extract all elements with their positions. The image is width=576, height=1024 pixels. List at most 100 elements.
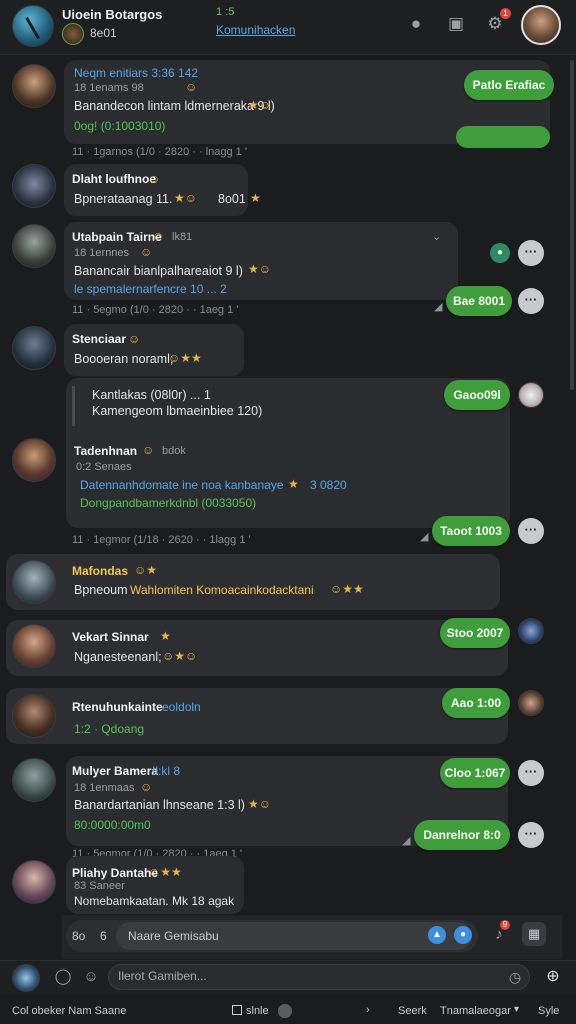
reply-pill[interactable]: Bae 8001 (446, 286, 512, 316)
more-options-icon[interactable]: ··· (518, 240, 544, 266)
message-bubble (6, 554, 500, 610)
avatar-small[interactable] (518, 690, 544, 716)
status-style[interactable]: Syle (538, 1005, 559, 1017)
message-sender[interactable]: Mafondas (72, 564, 128, 578)
sticker-icon[interactable]: ◯ (52, 966, 74, 988)
emoji-icon: ☺★☺ (162, 649, 198, 663)
message-input[interactable]: Naare Gemisabu (116, 922, 472, 950)
avatar[interactable] (12, 224, 56, 268)
emoji-icon: ★☺ (248, 262, 272, 276)
community-link[interactable]: Komunihacken (216, 23, 295, 37)
message-meta: 18 1ernnes (74, 247, 130, 259)
attachment-icon[interactable]: ▦ (522, 922, 546, 946)
status-search[interactable]: Seerk (398, 1005, 427, 1017)
sent-tick-icon: ◢ (434, 301, 443, 313)
emoji-icon: ☺ (142, 443, 155, 457)
chat-scrollbar[interactable] (570, 60, 574, 390)
clock-icon[interactable]: ◷ (504, 966, 526, 988)
emoji-icon: ★☺ (248, 797, 272, 811)
thumbs-up-icon[interactable]: ▲ (428, 926, 446, 944)
message-sender[interactable]: Tadenhnan (74, 444, 137, 458)
avatar-small[interactable] (518, 618, 544, 644)
avatar[interactable] (12, 694, 56, 738)
message-text: Bpneoum (74, 583, 128, 597)
reply-pill[interactable]: Danrelnor 8:0 (414, 820, 510, 850)
message-sender[interactable]: Rtenuhunkainte (72, 700, 163, 714)
channel-small-avatar[interactable] (62, 23, 84, 45)
message-text-highlight: Wahlomiten Komoacainkodacktani (130, 583, 314, 597)
avatar[interactable] (12, 758, 56, 802)
globe-icon[interactable]: ⊕ (542, 966, 564, 988)
avatar[interactable] (12, 560, 56, 604)
chevron-down-icon[interactable]: ▾ (514, 1004, 519, 1015)
emoji-picker-icon[interactable]: ☺ (80, 966, 102, 988)
status-icon[interactable]: ● (490, 243, 510, 263)
reply-pill[interactable]: Aao 1:00 (442, 688, 510, 718)
more-options-icon[interactable]: ··· (518, 288, 544, 314)
avatar[interactable] (12, 326, 56, 370)
expand-icon[interactable]: ⌄ (432, 230, 441, 243)
sent-tick-icon: ◢ (402, 835, 411, 847)
chevron-right-icon[interactable]: › (366, 1004, 370, 1016)
message-meta: 0:2 Senaes (76, 461, 132, 473)
quoted-text: Kantlakas (08l0r) ... 1 (92, 388, 211, 402)
message-meta: 18 1enams 98 (74, 82, 144, 94)
message-text: Banandecon lintam ldmerneraka 9 l) (74, 99, 275, 113)
message-sender[interactable]: Neqm enitiars 3:36 142 (74, 66, 198, 80)
more-options-icon[interactable]: ··· (518, 760, 544, 786)
emoji-icon: ☺★★ (330, 582, 364, 596)
message-timestamp: 11 · 1garnos (1/0 · 2820 · · lnagg 1 ' (72, 146, 247, 158)
status-language[interactable]: Tnamalaeogar (440, 1005, 511, 1017)
profile-avatar[interactable] (521, 5, 561, 45)
message-sender[interactable]: Dlaht loufhnoe (72, 172, 156, 186)
reply-bar[interactable] (456, 126, 550, 148)
emoji-icon: ☺ (185, 80, 198, 94)
message-text: Banardartanian lhnseane 1:3 l) (74, 798, 245, 812)
quote-bar (72, 386, 75, 426)
toggle-icon[interactable] (278, 1004, 292, 1018)
message-sender[interactable]: Utabpain Tairne (72, 230, 162, 244)
message-meta: eoldoln (162, 700, 201, 714)
status-mid: slnle (246, 1005, 269, 1017)
message-text: Banancair bianlpalhareaiot 9 l) (74, 264, 243, 278)
more-options-icon[interactable]: ··· (518, 822, 544, 848)
my-avatar[interactable] (12, 964, 40, 992)
window-icon[interactable] (232, 1005, 242, 1015)
message-bubble (6, 620, 508, 676)
emoji-icon: ☺ (140, 780, 153, 794)
window-icon[interactable]: ▣ (445, 13, 467, 35)
avatar[interactable] (12, 438, 56, 482)
more-options-icon[interactable]: ··· (518, 518, 544, 544)
avatar[interactable] (12, 64, 56, 108)
message-code: 80:0000:00m0 (74, 818, 151, 832)
message-sender[interactable]: Mulyer Bamera (72, 764, 158, 778)
composer-label: 8o (72, 929, 86, 943)
message-sender[interactable]: Pliahy Dantahe (72, 866, 158, 880)
reaction-icon[interactable]: ● (454, 926, 472, 944)
reply-pill[interactable]: Taoot 1003 (432, 516, 510, 546)
user-icon[interactable]: ● (405, 13, 427, 35)
message-code: 0og! (0:1003010) (74, 119, 166, 133)
avatar[interactable] (12, 164, 56, 208)
message-text: Bpnerataanag 11. (74, 192, 173, 206)
message-sender[interactable]: Stenciaar (72, 332, 126, 346)
message-text: Boooeran noraml; (74, 352, 174, 366)
emoji-icon: ★☺ (174, 191, 198, 205)
avatar-small[interactable] (518, 382, 544, 408)
avatar[interactable] (12, 860, 56, 904)
emoji-icon: ☺★ (134, 563, 158, 577)
member-count: 1 :5 (216, 6, 235, 18)
avatar[interactable] (12, 624, 56, 668)
message-sender[interactable]: Vekart Sinnar (72, 630, 149, 644)
emoji-icon: ☺ (128, 332, 141, 346)
reply-pill[interactable]: Cloo 1:067 (440, 758, 510, 788)
reply-pill[interactable]: Stoo 2007 (440, 618, 510, 648)
emoji-icon: ★ (288, 477, 299, 491)
reply-pill[interactable]: Patlo Erafiac (464, 70, 554, 100)
reply-pill[interactable]: Gaoo09l (444, 380, 510, 410)
channel-avatar[interactable] (12, 5, 54, 47)
emoji-icon: ☺★★ (168, 351, 202, 365)
message-code: le spemalernarfencre 10 ... 2 (74, 282, 227, 296)
message-text: Nganesteenanl; (74, 650, 162, 664)
status-left: Col obeker Nam Saane (12, 1005, 127, 1017)
